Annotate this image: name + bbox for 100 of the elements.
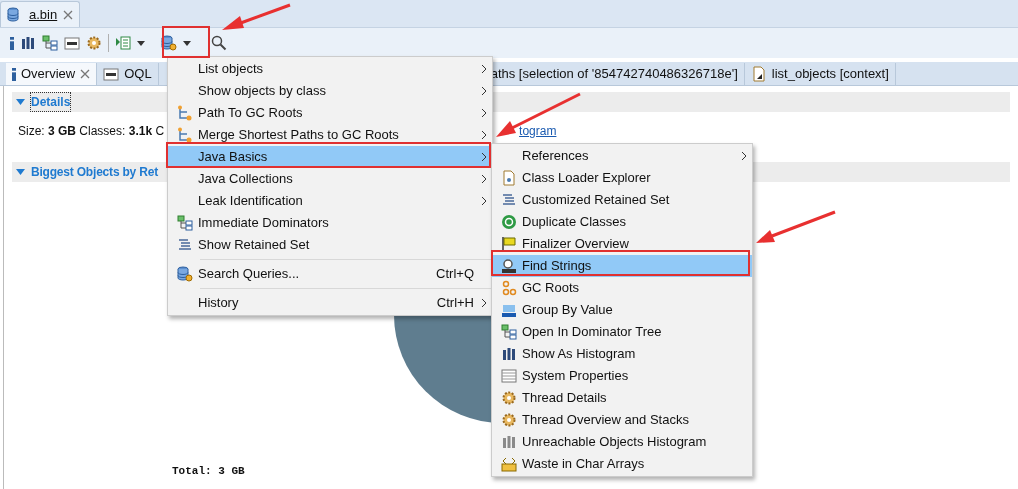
menu-item[interactable]: Show Retained Set: [168, 234, 492, 256]
gear-icon: [501, 412, 517, 428]
total-label: Total: 3 GB: [172, 463, 245, 479]
details-summary: Size: 3 GB Classes: 3.1k C: [18, 123, 165, 140]
view-tab[interactable]: Overview: [6, 63, 98, 85]
menu-item-label: Thread Overview and Stacks: [522, 411, 689, 430]
menu-item[interactable]: Unreachable Objects Histogram: [492, 431, 752, 453]
info-icon: [10, 36, 14, 50]
close-icon[interactable]: [80, 69, 91, 79]
menu-item[interactable]: Leak Identification: [168, 190, 492, 212]
c-badge-icon: [501, 214, 517, 230]
menu-item-label: Immediate Dominators: [198, 214, 329, 233]
menu-item[interactable]: Open In Dominator Tree: [492, 321, 752, 343]
flag-icon: [501, 236, 517, 252]
menu-item-label: Open In Dominator Tree: [522, 323, 662, 342]
search-icon[interactable]: [211, 35, 227, 51]
histogram-link[interactable]: togram: [519, 122, 557, 140]
histogram-icon: [20, 35, 36, 51]
database-gear-icon: [161, 35, 177, 51]
chevron-right-icon: [480, 64, 488, 74]
menu-item-label: List objects: [198, 60, 264, 79]
chevron-right-icon: [480, 298, 488, 308]
path-icon: [177, 105, 193, 121]
info-icon: [12, 67, 16, 81]
chevron-right-icon: [740, 151, 748, 161]
menu-item-label: Waste in Char Arrays: [522, 455, 645, 474]
close-icon[interactable]: [63, 9, 74, 20]
histogram-icon: [501, 346, 517, 362]
menu-item[interactable]: Waste in Char Arrays: [492, 453, 752, 475]
table-icon: [501, 368, 517, 384]
menu-item-label: Duplicate Classes: [522, 213, 627, 232]
menu-item[interactable]: GC Roots: [492, 277, 752, 299]
list-lines-icon: [501, 192, 517, 208]
chars-icon: [501, 456, 517, 472]
menu-item[interactable]: Show As Histogram: [492, 343, 752, 365]
menu-item[interactable]: Duplicate Classes: [492, 211, 752, 233]
chevron-right-icon: [480, 130, 488, 140]
report-icon: [115, 35, 131, 51]
highlight-frame: [162, 26, 210, 58]
histogram-outline-icon: [501, 434, 517, 450]
menu-item[interactable]: Immediate Dominators: [168, 212, 492, 234]
menu-item-label: Java Collections: [198, 170, 293, 189]
circles-icon: [501, 280, 517, 296]
menu-item-label: References: [522, 147, 589, 166]
menu-item[interactable]: Class Loader Explorer: [492, 167, 752, 189]
menu-item-label: Group By Value: [522, 301, 613, 320]
menu-item-label: GC Roots: [522, 279, 580, 298]
menu-item[interactable]: Java Basics: [168, 146, 492, 168]
gear-icon: [501, 390, 517, 406]
menu-item[interactable]: References: [492, 145, 752, 167]
shortcut-label: Ctrl+H: [436, 294, 474, 313]
shortcut-label: Ctrl+Q: [436, 265, 474, 284]
expand-triangle-icon[interactable]: [16, 99, 25, 105]
chevron-right-icon: [480, 86, 488, 96]
menu-item[interactable]: Thread Details: [492, 387, 752, 409]
menu-item[interactable]: Thread Overview and Stacks: [492, 409, 752, 431]
menu-item[interactable]: History Ctrl+H: [168, 292, 492, 314]
menu-item-label: Finalizer Overview: [522, 235, 629, 254]
query-icon: [103, 66, 120, 82]
menu-item[interactable]: Group By Value: [492, 299, 752, 321]
document-icon: [501, 170, 517, 186]
menu-item[interactable]: Customized Retained Set: [492, 189, 752, 211]
menu-item-label: Show As Histogram: [522, 345, 636, 364]
chevron-right-icon: [480, 108, 488, 118]
bars-icon: [501, 302, 517, 318]
editor-tab[interactable]: a.bin: [0, 1, 81, 27]
caret-down-icon: [183, 40, 191, 46]
query-icon: [64, 35, 80, 51]
expand-triangle-icon[interactable]: [16, 169, 25, 175]
magnifier-icon: [501, 258, 517, 274]
menu-item-label: Find Strings: [522, 257, 592, 276]
menu-item-label: Java Basics: [198, 148, 268, 167]
chevron-right-icon: [480, 196, 488, 206]
gear-icon: [86, 35, 102, 51]
menu-item-label: Unreachable Objects Histogram: [522, 433, 707, 452]
menu-item[interactable]: Find Strings: [492, 255, 752, 277]
caret-down-icon: [137, 40, 145, 46]
menu-item-label: Leak Identification: [198, 192, 303, 211]
path-icon: [177, 127, 193, 143]
menu-item-label: System Properties: [522, 367, 629, 386]
menu-item-label: Class Loader Explorer: [522, 169, 651, 188]
menu-item[interactable]: System Properties: [492, 365, 752, 387]
list-lines-icon: [177, 237, 193, 253]
menu-item[interactable]: Java Collections: [168, 168, 492, 190]
database-gear-icon: [177, 266, 193, 282]
annotation-arrow: [222, 3, 291, 30]
menu-item-label: Customized Retained Set: [522, 191, 670, 210]
document-icon: [750, 66, 767, 82]
menu-item-label: Search Queries...: [198, 265, 300, 284]
menu-item[interactable]: Finalizer Overview: [492, 233, 752, 255]
menu-item-label: Merge Shortest Paths to GC Roots: [198, 126, 399, 145]
chevron-right-icon: [480, 152, 488, 162]
chevron-right-icon: [480, 174, 488, 184]
menu-item[interactable]: Search Queries... Ctrl+Q: [168, 263, 492, 285]
menu-item[interactable]: Merge Shortest Paths to GC Roots: [168, 124, 492, 146]
tree-icon: [42, 35, 58, 51]
menu-item-label: Thread Details: [522, 389, 607, 408]
tree-icon: [501, 324, 517, 340]
menu-item-label: Show Retained Set: [198, 236, 310, 255]
tree-icon: [177, 215, 193, 231]
